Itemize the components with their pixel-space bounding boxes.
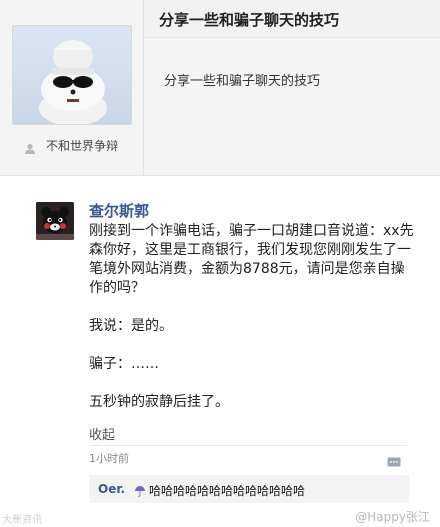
card-content: 分享一些和骗子聊天的技巧 分享一些和骗子聊天的技巧 <box>144 0 440 176</box>
post-author[interactable]: 查尔斯郭 <box>89 200 149 221</box>
user-icon <box>24 140 36 154</box>
comment-username[interactable]: Oer. <box>98 482 125 496</box>
comment-text: 哈哈哈哈哈哈哈哈哈哈哈哈哈 <box>149 484 306 498</box>
comment-box: Oer. 哈哈哈哈哈哈哈哈哈哈哈哈哈 <box>89 475 409 503</box>
watermark-left: 大蕉资讯 <box>2 515 42 526</box>
kumamon-avatar-image <box>36 202 74 240</box>
card-description: 分享一些和骗子聊天的技巧 <box>164 74 321 89</box>
post-divider <box>89 445 407 446</box>
post-timestamp: 1小时前 <box>89 452 129 465</box>
page-root: 不和世界争辩 分享一些和骗子聊天的技巧 分享一些和骗子聊天的技巧 查尔斯郭 刚接… <box>0 0 440 527</box>
shared-card[interactable]: 不和世界争辩 分享一些和骗子聊天的技巧 分享一些和骗子聊天的技巧 <box>0 0 440 176</box>
comment-icon[interactable] <box>387 452 401 467</box>
card-title-strip: 分享一些和骗子聊天的技巧 <box>144 0 440 38</box>
card-profile-row: 不和世界争辩 <box>24 137 118 154</box>
post-body: 刚接到一个诈骗电话，骗子一口胡建口音说道：xx先森你好，这里是工商银行，我们发现… <box>89 223 414 410</box>
post-avatar[interactable] <box>36 202 74 240</box>
watermark-right: @Happy张江 <box>355 510 430 524</box>
card-title[interactable]: 分享一些和骗子聊天的技巧 <box>159 9 339 30</box>
card-avatar[interactable] <box>12 25 132 125</box>
card-profile-name[interactable]: 不和世界争辩 <box>46 137 118 154</box>
umbrella-emoji-icon <box>134 482 146 497</box>
card-profile-panel: 不和世界争辩 <box>0 0 144 176</box>
cat-avatar-image <box>13 26 131 124</box>
collapse-link[interactable]: 收起 <box>89 424 115 443</box>
